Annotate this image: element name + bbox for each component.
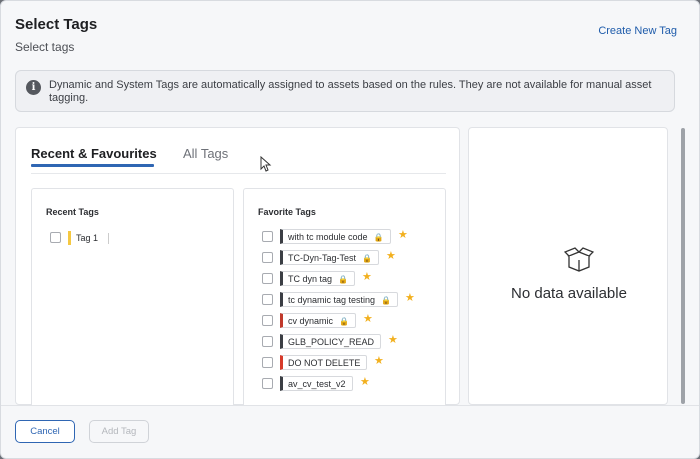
recent-tags-section: Recent Tags Tag 1 [31,188,234,406]
favorite-star-icon[interactable]: ★ [360,375,370,388]
dialog-subtitle: Select tags [15,40,75,54]
tag-label: av_cv_test_v2 [288,379,346,389]
info-text: Dynamic and System Tags are automaticall… [49,79,652,104]
favorite-star-icon[interactable]: ★ [388,333,398,346]
favorite-tag-chip[interactable]: tc dynamic tag testing 🔒 [280,292,399,307]
mouse-cursor-icon [260,156,272,172]
tag-label: TC dyn tag [288,274,333,284]
favorite-tags-section: Favorite Tags with tc module code 🔒 ★ TC-Dy… [243,188,446,406]
favorite-star-icon[interactable]: ★ [374,354,384,367]
tag-label: DO NOT DELETE [288,358,361,368]
tag-checkbox[interactable] [262,336,273,347]
tag-checkbox[interactable] [262,231,273,242]
favorite-star-icon[interactable]: ★ [405,291,415,304]
favorite-star-icon[interactable]: ★ [398,228,408,241]
tab-divider [31,173,446,174]
active-tab-indicator [31,164,154,167]
favorite-tag-chip[interactable]: cv dynamic 🔒 [280,313,356,328]
info-icon: i [26,80,41,95]
favorite-star-icon[interactable]: ★ [386,249,396,262]
info-banner: i Dynamic and System Tags are automatica… [15,70,675,112]
favorite-tag-chip[interactable]: av_cv_test_v2 [280,376,353,391]
tag-checkbox[interactable] [262,378,273,389]
recent-tags-title: Recent Tags [46,207,99,217]
divider [108,233,109,244]
tag-checkbox[interactable] [262,273,273,284]
dialog-title: Select Tags [15,16,98,33]
favorite-tag-chip[interactable]: with tc module code 🔒 [280,229,391,244]
tag-checkbox[interactable] [262,315,273,326]
dialog-scrollbar[interactable] [681,128,685,404]
tags-panel: Recent & Favourites All Tags Recent Tags… [15,127,460,406]
lock-icon: 🔒 [339,317,349,326]
tab-all-tags[interactable]: All Tags [183,146,228,161]
lock-icon: 🔒 [362,254,372,263]
tag-label: with tc module code [288,232,368,242]
tag-label: GLB_POLICY_READ [288,337,375,347]
tag-label: cv dynamic [288,316,334,326]
favorite-tag-chip[interactable]: TC-Dyn-Tag-Test 🔒 [280,250,379,265]
favorite-tag-chip[interactable]: GLB_POLICY_READ [280,334,382,349]
lock-icon: 🔒 [373,233,384,242]
favorite-tag-chip[interactable]: DO NOT DELETE [280,355,368,370]
add-tag-button[interactable]: Add Tag [89,420,149,443]
tag-checkbox[interactable] [50,232,61,243]
tag-checkbox[interactable] [262,357,273,368]
lock-icon: 🔒 [381,296,392,305]
lock-icon: 🔒 [338,275,348,284]
cancel-button[interactable]: Cancel [15,420,75,443]
selected-tags-panel: No data available [468,127,668,405]
tag-checkbox[interactable] [262,294,273,305]
tag-checkbox[interactable] [262,252,273,263]
footer-divider [1,405,699,406]
recent-tag-chip[interactable]: Tag 1 [68,231,98,245]
favorite-tags-title: Favorite Tags [258,207,316,217]
create-new-tag-link[interactable]: Create New Tag [598,25,677,37]
empty-box-icon [564,247,594,272]
select-tags-dialog: Select Tags Select tags Create New Tag i… [0,0,700,459]
tag-label: TC-Dyn-Tag-Test [288,253,357,263]
tab-recent-favourites[interactable]: Recent & Favourites [31,146,157,161]
favorite-star-icon[interactable]: ★ [363,312,373,325]
favorite-star-icon[interactable]: ★ [362,270,372,283]
favorite-tag-chip[interactable]: TC dyn tag 🔒 [280,271,355,286]
no-data-message: No data available [511,285,627,302]
tag-label: tc dynamic tag testing [288,295,376,305]
